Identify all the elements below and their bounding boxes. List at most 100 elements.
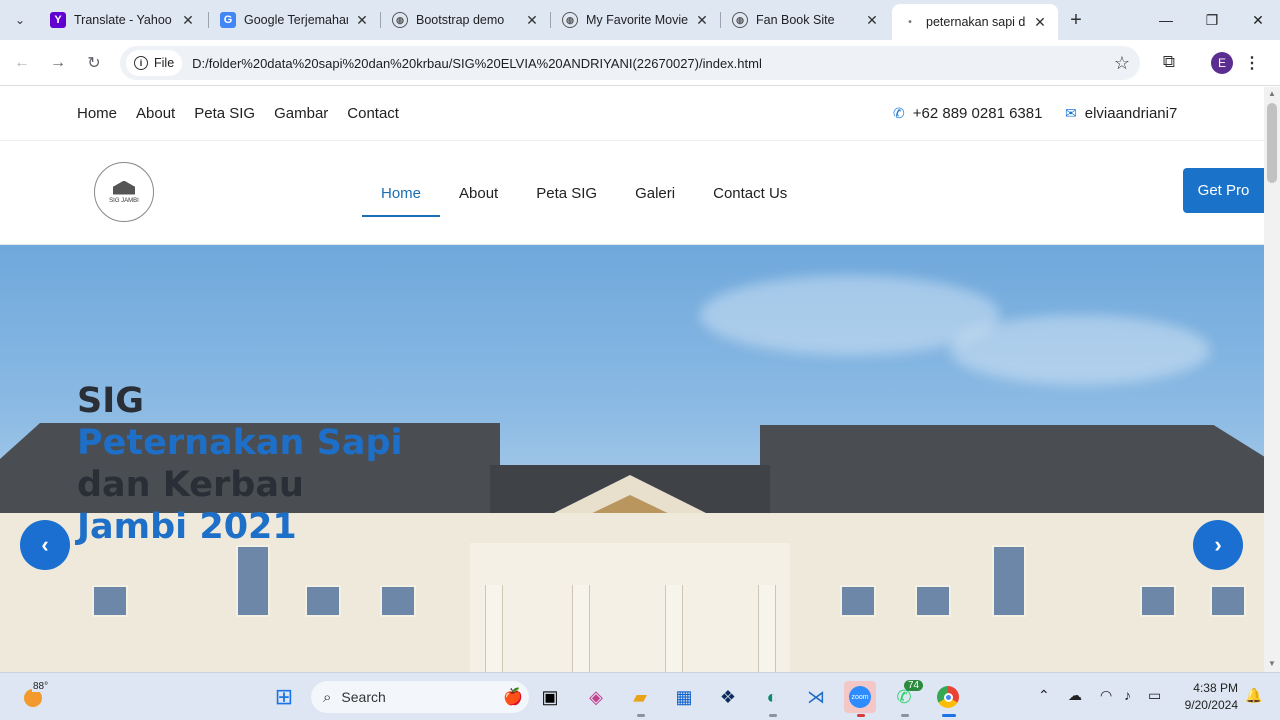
window: [840, 585, 876, 617]
page-scrollbar[interactable]: ▲ ▼: [1264, 87, 1280, 672]
nav-label: Peta SIG: [536, 184, 598, 202]
phone-number: +62 889 0281 6381: [912, 105, 1043, 122]
email-address: elviaandriani7: [1084, 105, 1178, 122]
volume-icon[interactable]: ♪: [1124, 687, 1131, 703]
restore-button[interactable]: ❐: [1189, 6, 1235, 34]
weather-widget[interactable]: 88°: [20, 681, 50, 711]
carousel-prev-button[interactable]: ‹: [20, 520, 70, 570]
address-bar[interactable]: i File D:/folder%20data%20sapi%20dan%20k…: [120, 46, 1140, 80]
cloud-sync-icon[interactable]: ☁: [1068, 687, 1082, 704]
vscode-icon[interactable]: ⋊: [800, 681, 832, 713]
forward-arrow-icon[interactable]: →: [46, 51, 70, 75]
wifi-icon[interactable]: ◠: [1100, 687, 1112, 704]
close-icon[interactable]: ✕: [694, 12, 710, 28]
hero-line-sig: SIG: [77, 381, 144, 421]
nav-home[interactable]: Home: [362, 141, 441, 245]
tab-google-terjemahan[interactable]: G Google Terjemahan ✕: [210, 4, 380, 36]
close-icon[interactable]: ✕: [1032, 14, 1048, 30]
pillar: [758, 585, 776, 672]
more-menu-icon[interactable]: ⋮: [1244, 52, 1260, 74]
phone-icon: ✆: [893, 105, 905, 121]
nav-peta-sig[interactable]: Peta SIG: [517, 141, 616, 245]
hero-line-peternakan: Peternakan Sapi: [77, 423, 403, 463]
logo-text: SIG JAMBI: [109, 197, 139, 204]
tab-fan-book-site[interactable]: ◍ Fan Book Site ✕: [722, 4, 890, 36]
nav-about[interactable]: About: [440, 141, 517, 245]
topbar-link-gambar[interactable]: Gambar: [274, 105, 328, 122]
chevron-up-icon[interactable]: ⌃: [1038, 687, 1050, 704]
get-pro-button[interactable]: Get Pro: [1183, 168, 1264, 213]
running-indicator: [769, 714, 777, 717]
fruit-icon: 🍎: [503, 689, 523, 706]
minimize-button[interactable]: —: [1143, 6, 1189, 34]
system-clock[interactable]: 4:38 PM 9/20/2024: [1178, 680, 1238, 714]
battery-icon[interactable]: ▭: [1148, 687, 1161, 704]
nav-label: Contact Us: [713, 184, 788, 202]
reload-icon[interactable]: ↻: [82, 51, 106, 75]
tab-peternakan-sapi[interactable]: • peternakan sapi da ✕: [892, 4, 1058, 40]
windows-start-icon[interactable]: ⊞: [268, 681, 300, 713]
task-view-icon[interactable]: ▣: [534, 681, 566, 713]
pillar: [572, 585, 590, 672]
building-portico: [470, 543, 790, 672]
scroll-up-icon[interactable]: ▲: [1268, 89, 1276, 98]
pillar: [665, 585, 683, 672]
tab-title: Fan Book Site: [756, 13, 835, 27]
window: [915, 585, 951, 617]
file-explorer-icon[interactable]: ▰: [624, 681, 656, 713]
notification-bell-icon[interactable]: 🔔: [1245, 687, 1262, 704]
topbar-link-peta-sig[interactable]: Peta SIG: [194, 105, 255, 122]
tab-translate-yahoo[interactable]: Y Translate - Yahoo S ✕: [40, 4, 206, 36]
window: [1210, 585, 1246, 617]
close-icon[interactable]: ✕: [180, 12, 196, 28]
page-icon: •: [908, 16, 912, 28]
site-info-label: File: [154, 56, 175, 70]
pillar: [485, 585, 503, 672]
chrome-icon[interactable]: [932, 681, 964, 713]
close-icon[interactable]: ✕: [864, 12, 880, 28]
nav-contact-us[interactable]: Contact Us: [694, 141, 806, 245]
close-icon[interactable]: ✕: [354, 12, 370, 28]
topbar-link-about[interactable]: About: [136, 105, 175, 122]
site-info-button[interactable]: i File: [126, 50, 183, 76]
tab-title: peternakan sapi da: [926, 15, 1026, 29]
scrollbar-thumb[interactable]: [1267, 103, 1277, 183]
tab-search-icon[interactable]: ⌄: [8, 8, 32, 32]
whatsapp-badge: 74: [904, 680, 924, 691]
url-text[interactable]: D:/folder%20data%20sapi%20dan%20krbau/SI…: [192, 56, 762, 71]
zoom-icon[interactable]: zoom: [844, 681, 876, 713]
dropbox-icon[interactable]: ❖: [712, 681, 744, 713]
profile-avatar[interactable]: E: [1211, 52, 1233, 74]
copilot-icon[interactable]: ◈: [580, 681, 612, 713]
tab-separator: [720, 12, 721, 28]
scroll-down-icon[interactable]: ▼: [1268, 659, 1276, 668]
site-header: SIG JAMBI Home About Peta SIG Galeri Con…: [0, 141, 1264, 245]
window: [236, 545, 270, 617]
carousel-next-button[interactable]: ›: [1193, 520, 1243, 570]
tab-my-favorite-movie[interactable]: ◍ My Favorite Movie ✕: [552, 4, 720, 36]
back-arrow-icon[interactable]: ←: [10, 51, 34, 75]
hero-line-kerbau: dan Kerbau: [77, 465, 304, 505]
edge-icon[interactable]: ◐: [756, 681, 788, 713]
tab-separator: [380, 12, 381, 28]
hero-carousel: SIG Peternakan Sapi dan Kerbau Jambi 202…: [0, 245, 1264, 672]
new-tab-button[interactable]: +: [1064, 8, 1088, 32]
close-icon[interactable]: ✕: [524, 12, 540, 28]
window: [380, 585, 416, 617]
web-page: Home About Peta SIG Gambar Contact ✆ +62…: [0, 87, 1264, 672]
running-indicator: [942, 714, 956, 717]
hero-line-jambi: Jambi 2021: [77, 507, 297, 547]
close-window-button[interactable]: ✕: [1235, 6, 1280, 34]
topbar-link-home[interactable]: Home: [77, 105, 117, 122]
window: [1140, 585, 1176, 617]
bookmark-star-icon[interactable]: ☆: [1114, 53, 1130, 74]
tab-separator: [208, 12, 209, 28]
extensions-icon[interactable]: ⧉: [1158, 51, 1180, 73]
nav-galeri[interactable]: Galeri: [616, 141, 694, 245]
topbar-link-contact[interactable]: Contact: [347, 105, 399, 122]
microsoft-store-icon[interactable]: ▦: [668, 681, 700, 713]
site-logo[interactable]: SIG JAMBI: [94, 162, 154, 222]
taskbar-search[interactable]: ⌕ Search 🍎: [311, 681, 529, 713]
tab-bootstrap-demo[interactable]: ◍ Bootstrap demo ✕: [382, 4, 550, 36]
tab-title: Google Terjemahan: [244, 13, 348, 27]
